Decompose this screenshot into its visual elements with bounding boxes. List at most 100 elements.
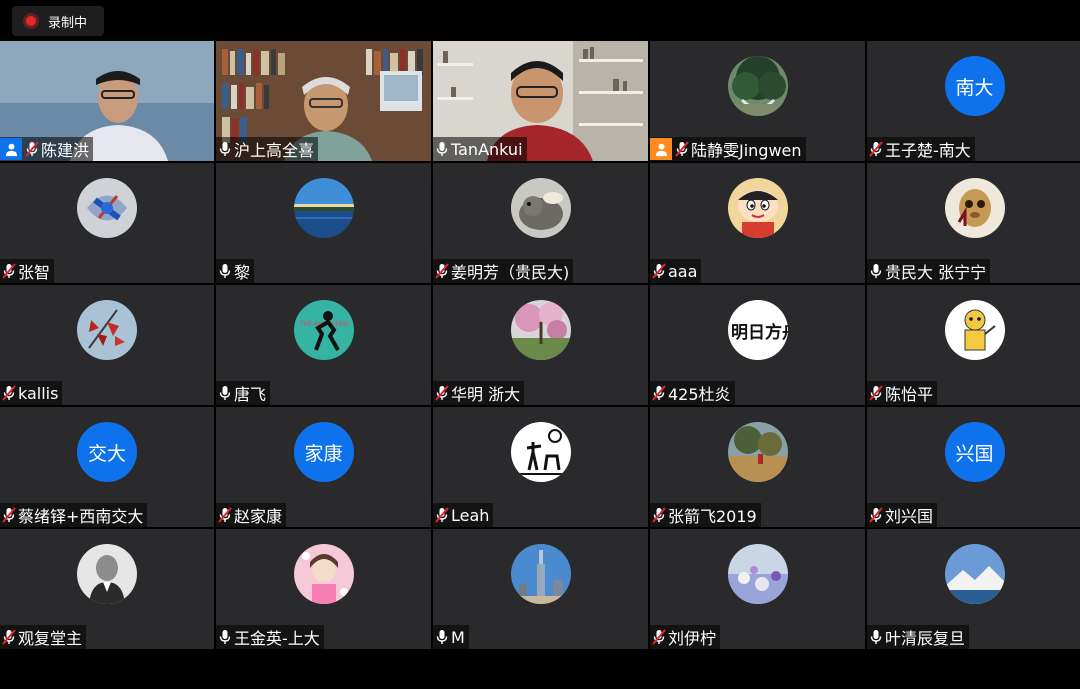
mic-icon	[218, 263, 232, 279]
profile-picture	[77, 544, 137, 604]
participant-tile[interactable]: 叶清辰复旦	[867, 529, 1080, 649]
participant-name: 425杜炎	[668, 385, 731, 404]
participant-name: 刘伊柠	[668, 629, 717, 648]
participant-name-bar: 刘兴国	[867, 503, 938, 527]
participant-tile[interactable]: 姜明芳（贵民大)	[433, 163, 648, 283]
participant-tile[interactable]: 观复堂主	[0, 529, 214, 649]
mic-muted-icon	[675, 141, 689, 157]
participant-name-bar: 陈建洪	[0, 137, 94, 161]
participant-name: 黎	[234, 263, 251, 282]
participant-tile[interactable]: 陆静雯Jingwen	[650, 41, 865, 161]
participant-tile[interactable]: 南大王子楚-南大	[867, 41, 1080, 161]
participant-tile[interactable]: THE ANDRYTIME 唐飞	[216, 285, 431, 405]
participant-name: 华明 浙大	[451, 385, 521, 404]
participant-tile[interactable]: Leah	[433, 407, 648, 527]
participant-tile[interactable]: 沪上高全喜	[216, 41, 431, 161]
participant-tile[interactable]: 黎	[216, 163, 431, 283]
participant-name-bar: 刘伊柠	[650, 625, 721, 649]
participant-tile[interactable]: 陈建洪	[0, 41, 214, 161]
participant-name: 唐飞	[234, 385, 267, 404]
participant-name: 张箭飞2019	[668, 507, 757, 526]
mic-icon	[869, 629, 883, 645]
mic-muted-icon	[2, 629, 16, 645]
mic-icon	[218, 385, 232, 401]
record-dot-icon	[26, 16, 36, 26]
participant-tile[interactable]: 张智	[0, 163, 214, 283]
recording-label: 录制中	[48, 15, 88, 31]
profile-picture: 明日方舟	[727, 300, 788, 360]
participant-tile[interactable]: 明日方舟 425杜炎	[650, 285, 865, 405]
participant-name: aaa	[668, 261, 698, 281]
participant-name-bar: 沪上高全喜	[216, 137, 319, 161]
participant-name: 观复堂主	[18, 629, 83, 648]
profile-picture	[727, 422, 788, 482]
mic-icon	[218, 629, 232, 645]
participant-name-bar: 唐飞	[216, 381, 271, 405]
participant-name: 贵民大 张宁宁	[885, 263, 987, 282]
participant-tile[interactable]: 华明 浙大	[433, 285, 648, 405]
profile-picture	[510, 544, 571, 604]
participant-name-bar: kallis	[0, 381, 63, 405]
participant-tile[interactable]: 家康 赵家康	[216, 407, 431, 527]
mic-muted-icon	[869, 141, 883, 157]
profile-picture	[510, 422, 571, 482]
mic-muted-icon	[2, 263, 16, 279]
participant-tile[interactable]: 交大蔡绪铎+西南交大	[0, 407, 214, 527]
participant-tile[interactable]: TanAnkui	[433, 41, 648, 161]
participant-name-bar: 425杜炎	[650, 381, 735, 405]
participant-name: 王子楚-南大	[885, 141, 971, 160]
profile-picture	[727, 56, 788, 116]
participant-name-bar: M	[433, 625, 469, 649]
mic-muted-icon	[2, 385, 16, 401]
participant-tile[interactable]: 陈怡平	[867, 285, 1080, 405]
participant-name-bar: 黎	[216, 259, 255, 283]
participant-name: 沪上高全喜	[234, 141, 315, 160]
user-icon	[0, 138, 22, 160]
initials-avatar: 南大	[944, 56, 1005, 116]
profile-picture	[77, 300, 137, 360]
mic-icon	[435, 141, 449, 157]
participant-name: kallis	[18, 383, 59, 403]
profile-picture: THE ANDRYTIME	[293, 300, 354, 360]
mic-icon	[869, 263, 883, 279]
participant-name-bar: 姜明芳（贵民大)	[433, 259, 574, 283]
participant-tile[interactable]: aaa	[650, 163, 865, 283]
profile-picture	[944, 544, 1005, 604]
participant-name: 赵家康	[234, 507, 283, 526]
participant-tile[interactable]: 王金英-上大	[216, 529, 431, 649]
participant-name-bar: 陆静雯Jingwen	[650, 137, 806, 161]
participant-name: 王金英-上大	[234, 629, 320, 648]
mic-muted-icon	[2, 507, 16, 523]
participant-name: 陆静雯Jingwen	[691, 141, 802, 160]
participant-tile[interactable]: kallis	[0, 285, 214, 405]
initials-avatar: 交大	[77, 422, 137, 482]
participant-tile[interactable]: 贵民大 张宁宁	[867, 163, 1080, 283]
mic-muted-icon	[435, 385, 449, 401]
participant-name-bar: 张箭飞2019	[650, 503, 761, 527]
participant-name-bar: 蔡绪铎+西南交大	[0, 503, 148, 527]
participant-tile[interactable]: 张箭飞2019	[650, 407, 865, 527]
mic-muted-icon	[435, 507, 449, 523]
participant-name: 叶清辰复旦	[885, 629, 966, 648]
participant-tile[interactable]: 兴国 刘兴国	[867, 407, 1080, 527]
mic-muted-icon	[25, 141, 39, 157]
participant-tile[interactable]: 刘伊柠	[650, 529, 865, 649]
mic-muted-icon	[869, 507, 883, 523]
mic-muted-icon	[652, 629, 666, 645]
mic-muted-icon	[218, 507, 232, 523]
participant-name: 陈怡平	[885, 385, 934, 404]
participant-tile[interactable]: M	[433, 529, 648, 649]
participant-name-bar: 张智	[0, 259, 55, 283]
participant-name-bar: aaa	[650, 259, 702, 283]
participant-name: 张智	[18, 263, 51, 282]
recording-indicator[interactable]: 录制中	[12, 6, 104, 36]
mic-muted-icon	[652, 507, 666, 523]
participant-name-bar: 观复堂主	[0, 625, 87, 649]
mic-icon	[218, 141, 232, 157]
profile-picture	[944, 178, 1005, 238]
participant-name: 姜明芳（贵民大)	[451, 263, 570, 282]
participant-name-bar: 贵民大 张宁宁	[867, 259, 991, 283]
participant-name-bar: 赵家康	[216, 503, 287, 527]
profile-picture	[510, 300, 571, 360]
participant-name: M	[451, 627, 465, 647]
